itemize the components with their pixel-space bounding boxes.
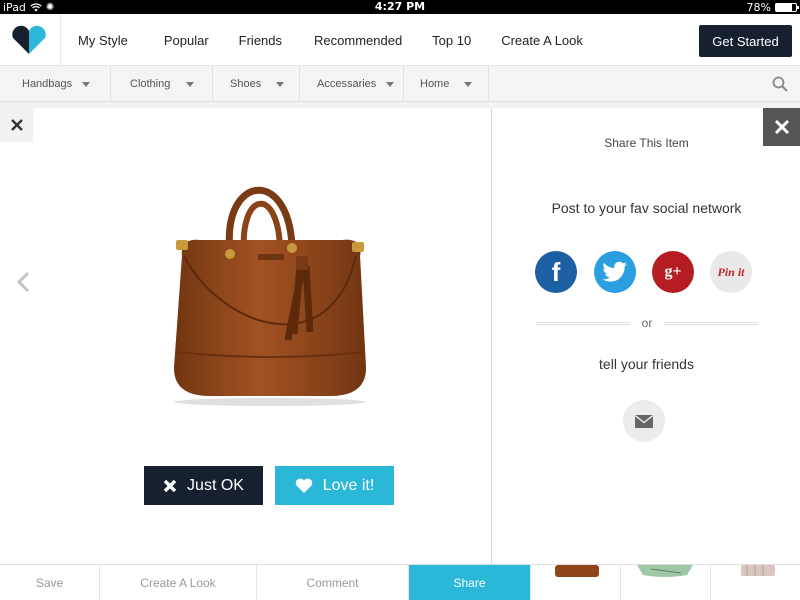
close-product-button[interactable] xyxy=(0,108,33,142)
chevron-down-icon xyxy=(276,81,285,87)
category-shoes[interactable]: Shoes xyxy=(213,66,300,102)
google-plus-share-button[interactable]: g+ xyxy=(652,251,694,293)
heart-logo-icon[interactable] xyxy=(10,25,48,55)
facebook-share-button[interactable]: f xyxy=(535,251,577,293)
category-bar: Handbags Clothing Shoes Accessaries Home xyxy=(0,66,800,102)
tab-create-a-look[interactable]: Create A Look xyxy=(100,565,257,600)
post-social-text: Post to your fav social network xyxy=(551,200,742,216)
close-icon xyxy=(10,119,23,131)
pinterest-icon: Pin it xyxy=(717,264,745,279)
battery-percent: 78% xyxy=(746,0,771,14)
divider-line xyxy=(536,321,630,325)
scarf-thumbnail-image xyxy=(637,565,693,577)
nav-popular[interactable]: Popular xyxy=(164,33,209,48)
category-handbags[interactable]: Handbags xyxy=(0,66,111,102)
related-item-thumbnail[interactable] xyxy=(711,565,800,600)
category-home[interactable]: Home xyxy=(404,66,489,102)
chevron-down-icon xyxy=(386,81,395,87)
mail-icon xyxy=(635,414,653,428)
pinterest-share-button[interactable]: Pin it xyxy=(710,251,752,293)
close-icon xyxy=(774,119,789,135)
twitter-icon xyxy=(602,261,627,282)
love-it-button[interactable]: Love it! xyxy=(275,466,394,505)
facebook-icon: f xyxy=(551,256,561,287)
category-label: Home xyxy=(420,78,450,90)
category-label: Clothing xyxy=(130,78,171,90)
just-ok-label: Just OK xyxy=(187,476,244,494)
category-label: Handbags xyxy=(22,78,73,90)
category-label: Accessaries xyxy=(317,78,377,90)
nav-create-a-look[interactable]: Create A Look xyxy=(501,33,583,48)
handbag-image xyxy=(174,186,366,406)
heart-icon xyxy=(295,478,312,493)
tab-save[interactable]: Save xyxy=(0,565,100,600)
chevron-down-icon xyxy=(464,81,473,87)
divider-line xyxy=(664,321,759,325)
category-accessaries[interactable]: Accessaries xyxy=(300,66,404,102)
share-title: Share This Item xyxy=(604,136,689,150)
or-divider: or xyxy=(536,316,759,330)
or-label: or xyxy=(641,316,653,330)
love-it-label: Love it! xyxy=(322,476,375,494)
google-plus-icon: g+ xyxy=(664,263,682,280)
category-clothing[interactable]: Clothing xyxy=(111,66,213,102)
share-panel: Share This Item Post to your fav social … xyxy=(491,108,800,564)
close-icon xyxy=(163,479,177,492)
bottom-action-bar: Save Create A Look Comment Share xyxy=(0,564,800,600)
bag-thumbnail-image xyxy=(741,565,775,576)
status-bar: iPad ✺ 4:27 PM 78% xyxy=(0,0,800,14)
status-time: 4:27 PM xyxy=(374,0,426,13)
twitter-share-button[interactable] xyxy=(594,251,636,293)
email-share-button[interactable] xyxy=(623,400,665,442)
handbag-thumbnail-image xyxy=(555,565,599,577)
chevron-down-icon xyxy=(186,81,195,87)
header: My Style Popular Friends Recommended Top… xyxy=(0,14,800,66)
tab-comment[interactable]: Comment xyxy=(257,565,409,600)
main-nav: My Style Popular Friends Recommended Top… xyxy=(60,14,583,66)
chevron-left-icon[interactable] xyxy=(16,271,30,293)
related-item-thumbnail[interactable] xyxy=(531,565,621,600)
tab-share[interactable]: Share xyxy=(409,565,531,600)
search-icon[interactable] xyxy=(772,76,788,92)
battery-icon xyxy=(775,2,799,12)
get-started-button[interactable]: Get Started xyxy=(699,25,792,57)
just-ok-button[interactable]: Just OK xyxy=(144,466,263,505)
product-panel: Just OK Love it! xyxy=(0,108,491,564)
chevron-down-icon xyxy=(82,81,91,87)
status-right: 78% xyxy=(746,0,799,14)
category-label: Shoes xyxy=(230,78,262,90)
related-item-thumbnail[interactable] xyxy=(621,565,711,600)
nav-recommended[interactable]: Recommended xyxy=(314,33,402,48)
nav-my-style[interactable]: My Style xyxy=(78,33,128,48)
tell-friends-text: tell your friends xyxy=(599,356,694,372)
nav-top-10[interactable]: Top 10 xyxy=(432,33,471,48)
nav-friends[interactable]: Friends xyxy=(239,33,282,48)
